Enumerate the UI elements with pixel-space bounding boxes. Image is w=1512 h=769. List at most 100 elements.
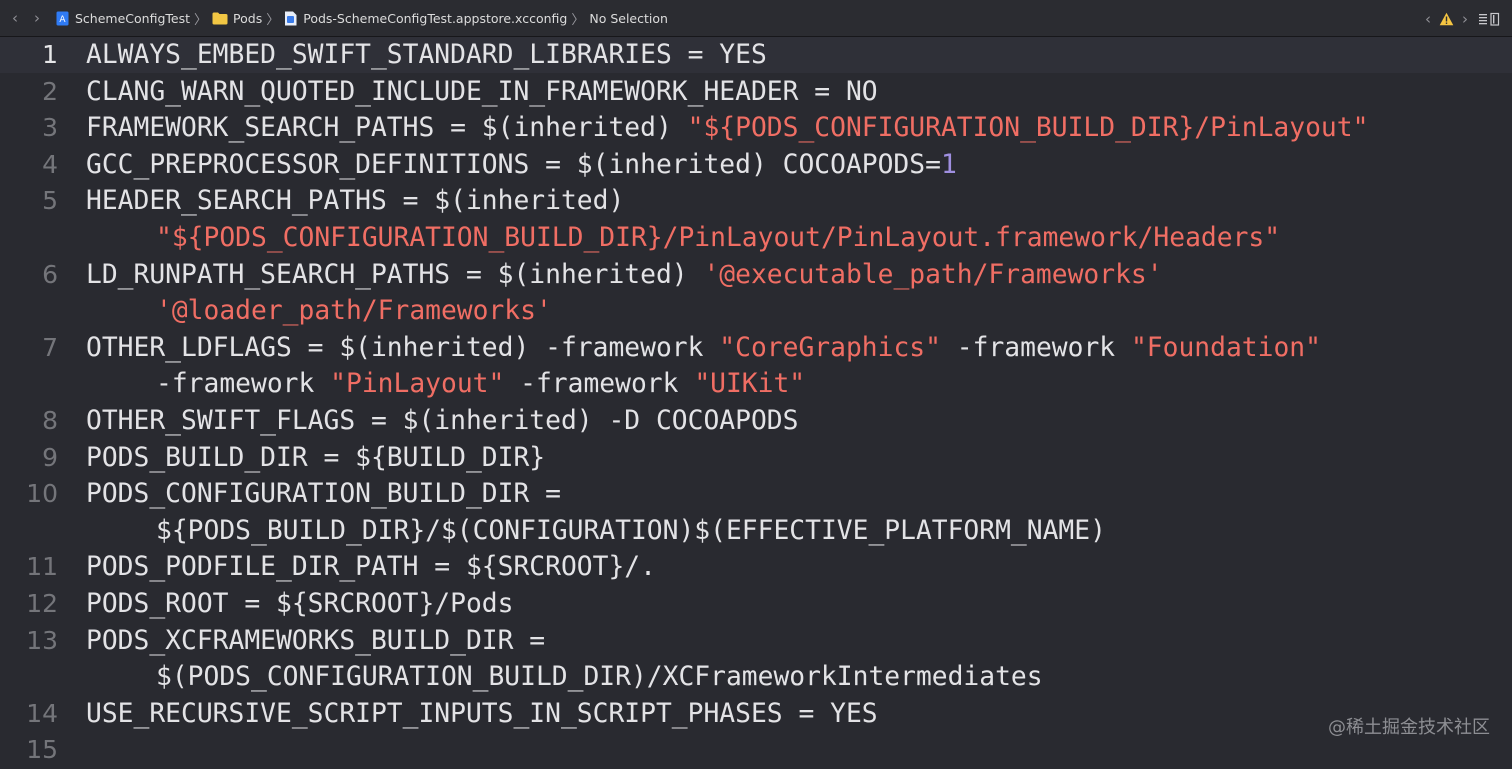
code-line[interactable]: -framework "PinLayout" -framework "UIKit… [0,366,1512,403]
code-text: PODS_XCFRAMEWORKS_BUILD_DIR = [86,623,545,659]
code-token: -framework [504,369,695,400]
code-text: "${PODS_CONFIGURATION_BUILD_DIR}/PinLayo… [156,220,1280,256]
code-token: USE_RECURSIVE_SCRIPT_INPUTS_IN_SCRIPT_PH… [86,698,878,729]
line-number: 3 [42,113,58,143]
code-line[interactable]: 6 LD_RUNPATH_SEARCH_PATHS = $(inherited) … [0,257,1512,294]
code-token: LD_RUNPATH_SEARCH_PATHS = $(inherited) [86,259,704,290]
breadcrumb-separator: 〉 [266,12,280,28]
breadcrumb-label: No Selection [589,10,668,26]
code-text: PODS_ROOT = ${SRCROOT}/Pods [86,586,513,622]
breadcrumb-item-file[interactable]: Pods-SchemeConfigTest.appstore.xcconfig [284,11,567,26]
code-line[interactable]: 4 GCC_PREPROCESSOR_DEFINITIONS = $(inheri… [0,147,1512,184]
code-line[interactable]: 8 OTHER_SWIFT_FLAGS = $(inherited) -D COC… [0,403,1512,440]
string-literal: "${PODS_CONFIGURATION_BUILD_DIR}/PinLayo… [156,223,1281,253]
editor-options-icon[interactable] [1478,12,1500,26]
breadcrumb-item-project[interactable]: A SchemeConfigTest [56,11,190,26]
line-number: 4 [42,149,58,179]
line-number: 15 [26,735,58,765]
code-line[interactable]: $(PODS_CONFIGURATION_BUILD_DIR)/XCFramew… [0,659,1512,696]
code-line[interactable]: 1 ALWAYS_EMBED_SWIFT_STANDARD_LIBRARIES =… [0,37,1512,74]
back-arrow-icon[interactable]: ‹ [8,9,22,27]
line-number: 1 [42,40,58,69]
string-literal: "CoreGraphics" [719,332,941,363]
code-line[interactable]: 5 HEADER_SEARCH_PATHS = $(inherited) [0,183,1512,220]
code-editor[interactable]: 1 ALWAYS_EMBED_SWIFT_STANDARD_LIBRARIES =… [0,37,1512,764]
code-line[interactable]: 10 PODS_CONFIGURATION_BUILD_DIR = [0,476,1512,513]
project-icon: A [56,11,69,25]
code-text: '@loader_path/Frameworks' [156,293,552,329]
breadcrumb-item-selection[interactable]: No Selection [589,11,668,26]
code-line[interactable]: 14 USE_RECURSIVE_SCRIPT_INPUTS_IN_SCRIPT_… [0,696,1512,733]
breadcrumb: A SchemeConfigTest 〉 Pods 〉 Pods-SchemeC… [56,9,668,28]
code-token: ${PODS_BUILD_DIR}/$(CONFIGURATION)$(EFFE… [156,515,1106,546]
string-literal: "Foundation" [1130,332,1321,363]
code-line[interactable]: 12 PODS_ROOT = ${SRCROOT}/Pods [0,586,1512,623]
string-literal: '@loader_path/Frameworks' [156,296,552,327]
code-text: ${PODS_BUILD_DIR}/$(CONFIGURATION)$(EFFE… [156,513,1106,549]
code-text: PODS_BUILD_DIR = ${BUILD_DIR} [86,440,545,476]
code-text: PODS_CONFIGURATION_BUILD_DIR = [86,476,561,512]
code-token: FRAMEWORK_SEARCH_PATHS = $(inherited) [86,113,688,144]
breadcrumb-separator: 〉 [194,12,208,28]
code-text: OTHER_LDFLAGS = $(inherited) -framework … [86,330,1321,366]
code-line[interactable]: 7 OTHER_LDFLAGS = $(inherited) -framework… [0,330,1512,367]
code-token: PODS_CONFIGURATION_BUILD_DIR = [86,479,561,510]
next-issue-icon[interactable]: › [1458,10,1472,28]
number-literal: 1 [940,149,957,180]
code-token: PODS_PODFILE_DIR_PATH = ${SRCROOT}/. [86,552,656,583]
code-line[interactable]: 3 FRAMEWORK_SEARCH_PATHS = $(inherited) "… [0,110,1512,147]
watermark: @稀土掘金技术社区 [1328,717,1490,738]
breadcrumb-label: SchemeConfigTest [75,10,191,26]
code-token: CLANG_WARN_QUOTED_INCLUDE_IN_FRAMEWORK_H… [86,76,878,107]
string-literal: "PinLayout" [330,369,505,400]
code-text: GCC_PREPROCESSOR_DEFINITIONS = $(inherit… [86,147,957,183]
code-token: OTHER_SWIFT_FLAGS = $(inherited) -D COCO… [86,406,799,436]
line-number: 7 [42,332,58,362]
code-line[interactable]: 13 PODS_XCFRAMEWORKS_BUILD_DIR = [0,623,1512,660]
code-line[interactable]: ${PODS_BUILD_DIR}/$(CONFIGURATION)$(EFFE… [0,513,1512,550]
code-line[interactable]: '@loader_path/Frameworks' [0,293,1512,330]
line-number: 12 [26,589,58,618]
code-line[interactable]: 2 CLANG_WARN_QUOTED_INCLUDE_IN_FRAMEWORK_… [0,74,1512,111]
breadcrumb-item-folder[interactable]: Pods [212,11,262,26]
code-token: $(PODS_CONFIGURATION_BUILD_DIR)/XCFramew… [156,662,1043,693]
code-text: LD_RUNPATH_SEARCH_PATHS = $(inherited) '… [86,257,1163,293]
folder-icon [212,12,228,24]
line-number: 2 [42,76,58,106]
line-number: 5 [42,186,58,216]
code-text: USE_RECURSIVE_SCRIPT_INPUTS_IN_SCRIPT_PH… [86,696,878,732]
code-token: PODS_ROOT = ${SRCROOT}/Pods [86,589,514,619]
line-number: 9 [42,442,58,472]
string-literal: "${PODS_CONFIGURATION_BUILD_DIR}/PinLayo… [687,113,1369,144]
code-token: GCC_PREPROCESSOR_DEFINITIONS = $(inherit… [86,149,941,180]
breadcrumb-label: Pods-SchemeConfigTest.appstore.xcconfig [303,10,568,26]
breadcrumb-label: Pods [233,10,263,26]
svg-text:A: A [59,15,66,25]
code-line[interactable]: "${PODS_CONFIGURATION_BUILD_DIR}/PinLayo… [0,220,1512,257]
line-number: 11 [26,552,58,582]
code-line[interactable]: 11 PODS_PODFILE_DIR_PATH = ${SRCROOT}/. [0,549,1512,586]
warning-icon[interactable] [1439,12,1454,26]
code-token: OTHER_LDFLAGS = $(inherited) -framework [86,332,720,363]
forward-arrow-icon[interactable]: › [30,9,44,27]
code-text: CLANG_WARN_QUOTED_INCLUDE_IN_FRAMEWORK_H… [86,74,878,110]
code-line[interactable]: 9 PODS_BUILD_DIR = ${BUILD_DIR} [0,440,1512,477]
code-text: ALWAYS_EMBED_SWIFT_STANDARD_LIBRARIES = … [86,37,767,73]
code-token: PODS_XCFRAMEWORKS_BUILD_DIR = [86,625,546,656]
code-token: ALWAYS_EMBED_SWIFT_STANDARD_LIBRARIES = … [86,40,767,70]
xcconfig-file-icon [285,11,297,25]
previous-issue-icon[interactable]: ‹ [1421,10,1435,28]
string-literal: '@executable_path/Frameworks' [703,259,1163,290]
code-token: -framework [940,332,1131,363]
line-number: 14 [26,698,58,728]
breadcrumb-separator: 〉 [571,12,585,28]
string-literal: "UIKit" [694,369,806,400]
code-text: HEADER_SEARCH_PATHS = $(inherited) [86,183,624,219]
code-text: -framework "PinLayout" -framework "UIKit… [156,366,805,402]
line-number: 8 [42,406,58,435]
jump-bar: ‹ › A SchemeConfigTest 〉 Pods 〉 Pods-Sch… [0,0,1512,37]
line-number: 10 [26,479,58,509]
jump-bar-tools: ‹ › [1421,0,1500,37]
code-line[interactable]: 15 [0,732,1512,769]
code-text: FRAMEWORK_SEARCH_PATHS = $(inherited) "$… [86,110,1368,146]
